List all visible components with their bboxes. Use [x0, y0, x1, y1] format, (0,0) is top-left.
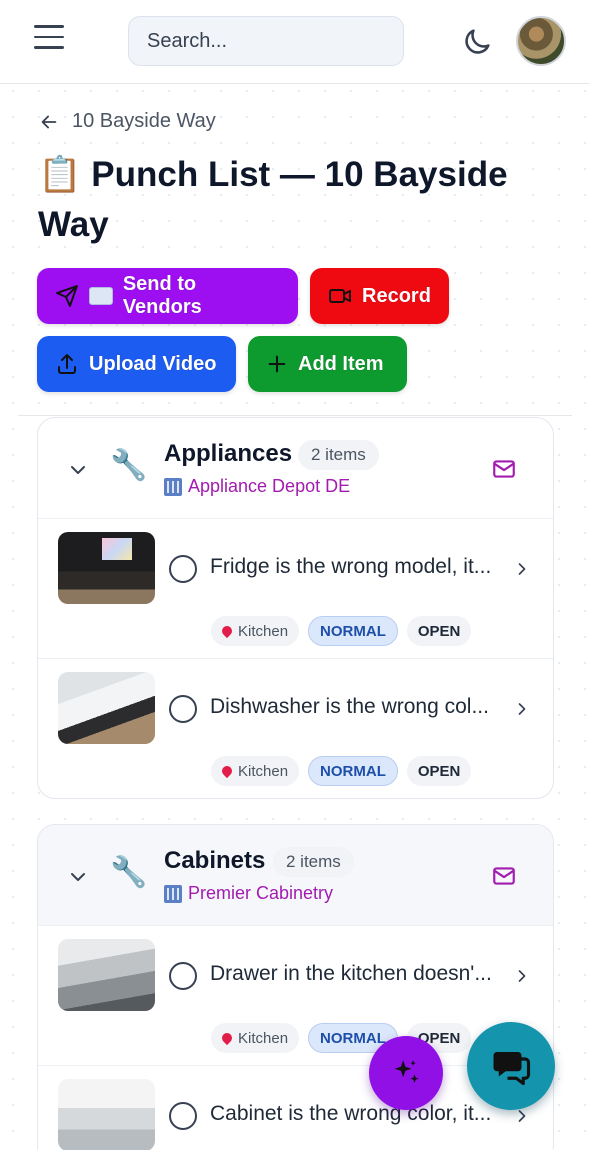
priority-tag: NORMAL — [308, 616, 398, 646]
avatar[interactable] — [516, 16, 566, 66]
list-item[interactable]: Dishwasher is the wrong col... Kitchen N… — [38, 659, 553, 798]
building-icon — [164, 477, 182, 496]
group-appliances: 🔧 Appliances 2 items Appliance Depot DE … — [37, 417, 554, 799]
item-title: Drawer in the kitchen doesn'... — [210, 962, 492, 985]
pin-icon — [219, 623, 235, 639]
vendor-link[interactable]: Premier Cabinetry — [164, 883, 333, 904]
item-title: Fridge is the wrong model, it... — [210, 555, 492, 578]
plus-icon — [268, 355, 286, 373]
item-count-badge: 2 items — [298, 440, 379, 470]
location-tag: Kitchen — [211, 756, 300, 786]
status-badge: OPEN — [406, 756, 472, 786]
top-bar: Search... — [0, 0, 590, 84]
item-count-badge: 2 items — [273, 847, 354, 877]
wrench-icon: 🔧 — [110, 449, 148, 482]
location-text: Kitchen — [238, 1029, 289, 1047]
pin-icon — [219, 1030, 235, 1046]
group-header[interactable]: 🔧 Cabinets 2 items Premier Cabinetry — [38, 825, 553, 926]
chevron-right-icon[interactable] — [512, 557, 532, 581]
breadcrumb[interactable]: 10 Bayside Way — [38, 110, 216, 133]
search-input[interactable]: Search... — [128, 16, 404, 66]
vendor-link[interactable]: Appliance Depot DE — [164, 476, 350, 497]
wrench-icon: 🔧 — [110, 856, 148, 889]
pin-icon — [219, 763, 235, 779]
tag-row: Kitchen NORMAL OPEN — [211, 616, 472, 646]
arrow-left-icon — [41, 115, 57, 128]
group-name: Appliances — [164, 440, 293, 467]
item-photo[interactable] — [58, 672, 155, 744]
mail-icon[interactable] — [491, 863, 517, 889]
group-header[interactable]: 🔧 Appliances 2 items Appliance Depot DE — [38, 418, 553, 519]
chevron-right-icon[interactable] — [512, 964, 532, 988]
chat-icon — [493, 1052, 531, 1086]
group-cabinets: 🔧 Cabinets 2 items Premier Cabinetry Dra… — [37, 824, 554, 1150]
mail-icon[interactable] — [491, 456, 517, 482]
envelope-icon — [88, 287, 113, 305]
priority-tag: NORMAL — [308, 756, 398, 786]
item-photo[interactable] — [58, 532, 155, 604]
complete-checkbox[interactable] — [169, 695, 197, 723]
item-photo[interactable] — [58, 1079, 155, 1150]
location-text: Kitchen — [238, 762, 289, 780]
building-icon — [164, 884, 182, 903]
complete-checkbox[interactable] — [169, 962, 197, 990]
ai-assistant-button[interactable] — [369, 1036, 443, 1110]
upload-label: Upload Video — [89, 352, 217, 375]
moon-icon[interactable] — [460, 25, 494, 59]
send-label: Send to Vendors — [122, 273, 202, 318]
item-photo[interactable] — [58, 939, 155, 1011]
divider — [18, 415, 572, 416]
chevron-down-icon[interactable] — [66, 865, 90, 889]
location-tag: Kitchen — [211, 616, 300, 646]
tag-row: Kitchen NORMAL OPEN — [211, 756, 472, 786]
location-tag: Kitchen — [211, 1023, 300, 1053]
video-icon — [329, 289, 351, 303]
search-placeholder: Search... — [147, 29, 228, 52]
complete-checkbox[interactable] — [169, 1102, 197, 1130]
upload-icon — [58, 354, 76, 374]
list-item[interactable]: Fridge is the wrong model, it... Kitchen… — [38, 519, 553, 659]
chevron-down-icon[interactable] — [66, 458, 90, 482]
chevron-right-icon[interactable] — [512, 697, 532, 721]
complete-checkbox[interactable] — [169, 555, 197, 583]
vendor-name: Appliance Depot DE — [188, 476, 351, 496]
send-icon — [55, 285, 78, 307]
item-title: Dishwasher is the wrong col... — [210, 695, 489, 718]
location-text: Kitchen — [238, 622, 289, 640]
add-item-label: Add Item — [298, 352, 384, 375]
back-label: 10 Bayside Way — [72, 110, 216, 132]
page-title: 📋 Punch List — 10 Bayside Way — [38, 155, 508, 244]
group-name: Cabinets — [164, 847, 266, 874]
record-label: Record — [362, 284, 431, 307]
record-button[interactable]: Record — [310, 268, 449, 324]
menu-icon[interactable] — [34, 25, 64, 55]
item-title: Cabinet is the wrong color, it... — [210, 1102, 492, 1125]
chat-button[interactable] — [467, 1022, 555, 1110]
vendor-name: Premier Cabinetry — [188, 883, 334, 903]
add-item-button[interactable]: Add Item — [248, 336, 407, 392]
upload-video-button[interactable]: Upload Video — [37, 336, 236, 392]
send-to-vendors-button[interactable]: Send to Vendors — [37, 268, 298, 324]
sparkles-icon — [394, 1060, 419, 1083]
status-badge: OPEN — [406, 616, 472, 646]
